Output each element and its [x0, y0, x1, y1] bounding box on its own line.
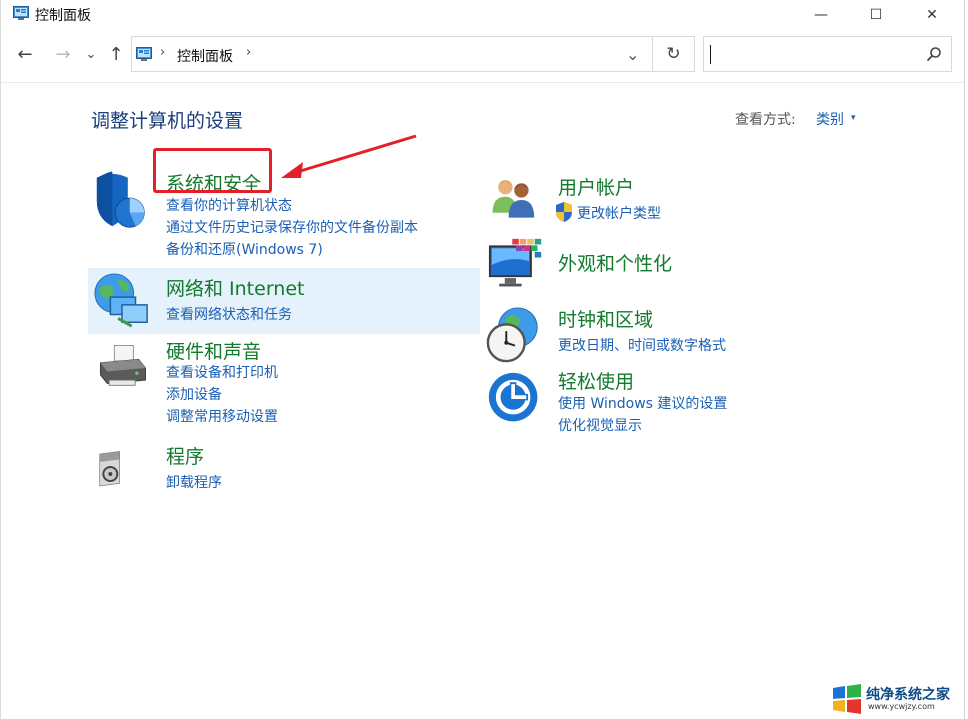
- link-view-computer-status[interactable]: 查看你的计算机状态: [166, 195, 292, 215]
- monitor-palette-icon: [488, 238, 542, 287]
- page-title: 调整计算机的设置: [91, 110, 244, 132]
- annotation-highlight-box: [153, 148, 272, 193]
- view-by-dropdown[interactable]: 类别: [816, 109, 844, 129]
- back-arrow-icon: ←: [17, 43, 33, 65]
- uac-shield-icon: [556, 202, 572, 222]
- maximize-icon: ☐: [869, 7, 883, 23]
- category-title-network[interactable]: 网络和 Internet: [166, 274, 304, 301]
- link-add-device[interactable]: 添加设备: [166, 384, 222, 404]
- clock-globe-icon: [486, 307, 538, 363]
- view-by-caret-icon[interactable]: ▾: [851, 113, 856, 123]
- shield-icon: [96, 171, 145, 228]
- category-title-hardware[interactable]: 硬件和声音: [166, 337, 261, 364]
- refresh-button[interactable]: ↻: [653, 36, 695, 72]
- link-file-history-backup[interactable]: 通过文件历史记录保存你的文件备份副本: [166, 217, 418, 237]
- toolbar-divider: [1, 82, 964, 83]
- category-title-user-accounts[interactable]: 用户帐户: [558, 173, 634, 200]
- category-title-clock-region[interactable]: 时钟和区域: [558, 305, 653, 332]
- up-arrow-icon: ↑: [108, 43, 124, 65]
- category-title-ease-access[interactable]: 轻松使用: [558, 367, 634, 394]
- refresh-icon: ↻: [666, 44, 681, 64]
- network-globe-icon: [94, 273, 148, 328]
- search-icon[interactable]: [926, 46, 942, 62]
- up-button[interactable]: ↑: [105, 40, 127, 68]
- maximize-button[interactable]: ☐: [853, 0, 899, 30]
- link-backup-restore-win7[interactable]: 备份和还原(Windows 7): [166, 239, 323, 259]
- site-watermark: 纯净系统之家 www.ycwjzy.com: [831, 681, 966, 717]
- navigation-bar: ← → ⌄ ↑ › 控制面板 › ⌄ ↻: [1, 36, 964, 74]
- forward-button[interactable]: →: [51, 40, 75, 68]
- control-panel-icon: [136, 47, 152, 61]
- text-caret: [710, 45, 711, 64]
- minimize-icon: —: [814, 7, 828, 23]
- back-button[interactable]: ←: [13, 40, 37, 68]
- breadcrumb-separator-icon[interactable]: ›: [246, 45, 251, 60]
- watermark-logo-icon: [833, 684, 861, 714]
- breadcrumb-control-panel[interactable]: 控制面板: [177, 46, 233, 66]
- category-title-programs[interactable]: 程序: [166, 442, 204, 469]
- chevron-down-icon: ⌄: [85, 46, 97, 62]
- link-optimize-visual-display[interactable]: 优化视觉显示: [558, 415, 642, 435]
- link-change-account-type[interactable]: 更改帐户类型: [577, 203, 661, 223]
- control-panel-window: 控制面板 — ☐ ✕ ← → ⌄ ↑ › 控制面板 › ⌄ ↻ 调整计算机的设置…: [0, 0, 965, 719]
- address-bar[interactable]: › 控制面板 › ⌄: [131, 36, 653, 72]
- watermark-url: www.ycwjzy.com: [868, 702, 935, 711]
- close-icon: ✕: [926, 7, 938, 23]
- view-by-label: 查看方式:: [735, 112, 796, 128]
- breadcrumb-separator-icon[interactable]: ›: [160, 45, 165, 60]
- address-dropdown-icon[interactable]: ⌄: [626, 45, 639, 64]
- title-bar: 控制面板 — ☐ ✕: [1, 0, 964, 30]
- printer-icon: [100, 345, 146, 386]
- forward-arrow-icon: →: [55, 43, 71, 65]
- watermark-title: 纯净系统之家: [866, 687, 950, 703]
- close-button[interactable]: ✕: [909, 0, 955, 30]
- minimize-button[interactable]: —: [798, 0, 844, 30]
- ease-of-access-icon: [488, 372, 538, 422]
- programs-disc-icon: [99, 450, 120, 487]
- recent-locations-button[interactable]: ⌄: [83, 40, 99, 68]
- link-change-date-time-format[interactable]: 更改日期、时间或数字格式: [558, 335, 726, 355]
- link-mobility-settings[interactable]: 调整常用移动设置: [166, 406, 278, 426]
- category-title-appearance[interactable]: 外观和个性化: [558, 249, 672, 276]
- link-windows-recommended-settings[interactable]: 使用 Windows 建议的设置: [558, 393, 727, 413]
- search-input[interactable]: [703, 36, 952, 72]
- window-title: 控制面板: [35, 8, 91, 24]
- link-devices-printers[interactable]: 查看设备和打印机: [166, 362, 278, 382]
- users-icon: [492, 180, 535, 218]
- link-network-status[interactable]: 查看网络状态和任务: [166, 304, 292, 324]
- link-uninstall-program[interactable]: 卸载程序: [166, 472, 222, 492]
- control-panel-icon: [13, 6, 29, 20]
